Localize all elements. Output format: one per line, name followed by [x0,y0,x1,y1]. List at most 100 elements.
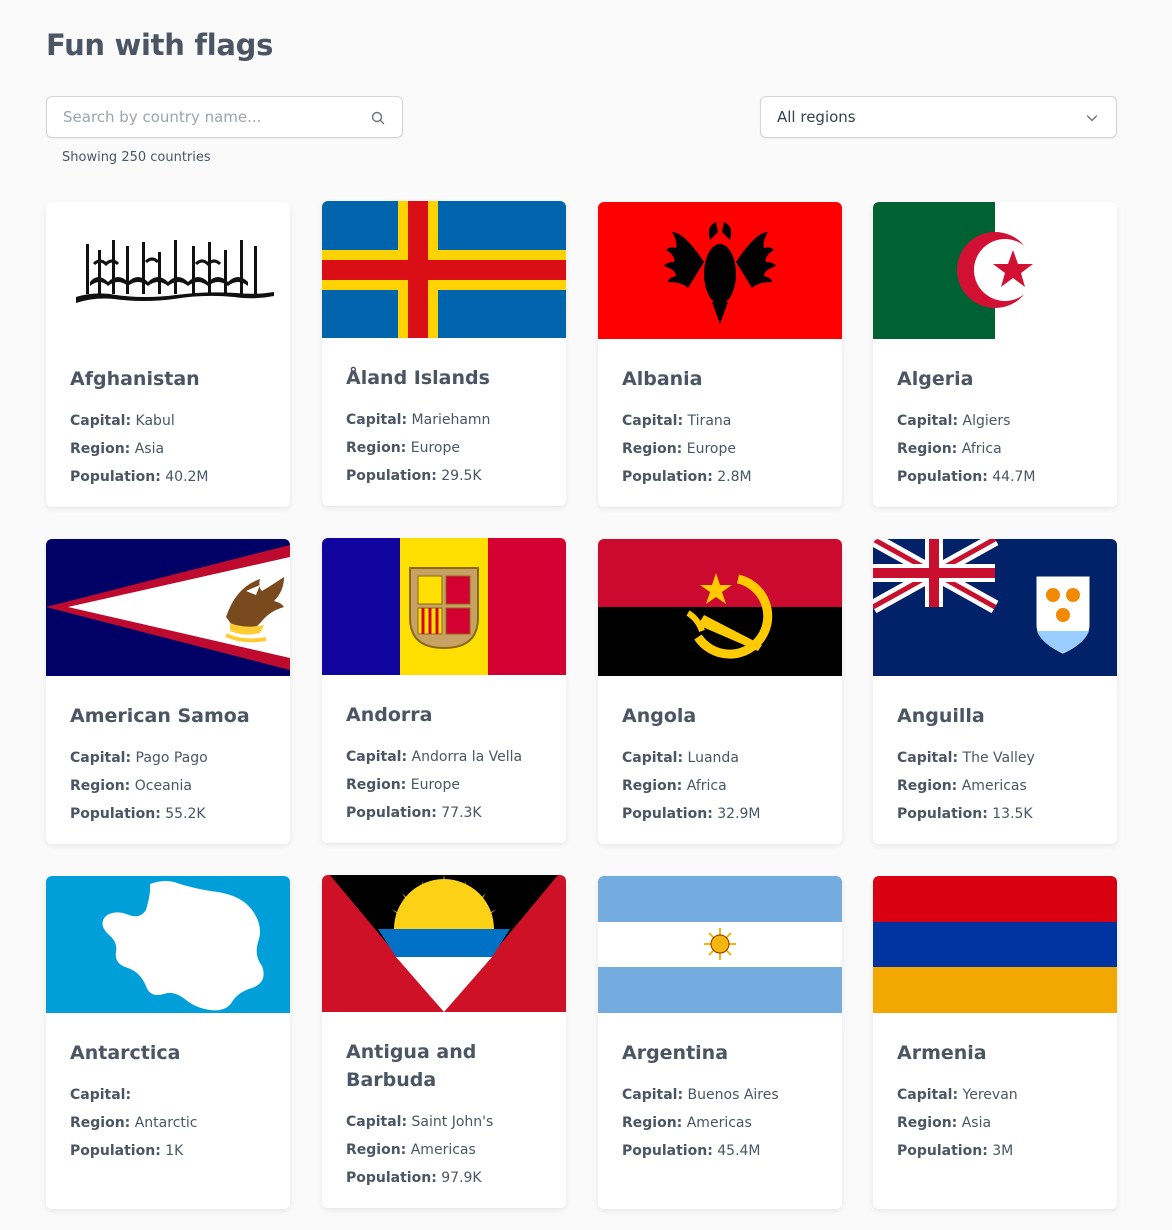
country-card[interactable]: Albania Capital: Tirana Region: Europe Popu… [598,202,842,507]
argentina-flag-icon [598,876,842,1013]
country-card[interactable]: Andorra Capital: Andorra la Vella Region: … [322,538,566,843]
capital-row: Capital: Luanda [622,744,818,772]
region-row: Region: Americas [897,772,1093,800]
region-label: Region: [346,777,407,793]
capital-value: Saint John's [411,1114,494,1130]
afghanistan-flag-icon [46,202,290,339]
capital-label: Capital: [70,750,132,766]
search-input[interactable] [47,97,347,137]
capital-row: Capital: Mariehamn [346,406,542,434]
country-card[interactable]: Antigua and Barbuda Capital: Saint John's… [322,875,566,1208]
population-value: 55.2K [165,806,206,822]
country-card[interactable]: Angola Capital: Luanda Region: Africa Popul… [598,539,842,844]
population-value: 97.9K [441,1170,482,1186]
country-card[interactable]: Algeria Capital: Algiers Region: Africa Pop… [873,202,1117,507]
country-card[interactable]: American Samoa Capital: Pago Pago Region: … [46,539,290,844]
country-facts: Capital: Pago Pago Region: Oceania Populat… [70,744,266,828]
population-value: 32.9M [717,806,761,822]
capital-value: Tirana [687,413,732,429]
country-name: Angola [622,705,697,727]
population-row: Population: 32.9M [622,800,818,828]
aland-islands-flag-icon [322,201,566,338]
capital-value: Pago Pago [135,750,208,766]
country-facts: Capital: Andorra la Vella Region: Europe P… [346,743,542,827]
country-card[interactable]: Armenia Capital: Yerevan Region: Asia Popul… [873,876,1117,1209]
region-filter-select[interactable]: All regions [760,96,1117,138]
population-row: Population: 3M [897,1137,1093,1165]
population-row: Population: 97.9K [346,1164,542,1192]
capital-label: Capital: [346,749,408,765]
country-facts: Capital: Algiers Region: Africa Population… [897,407,1093,491]
region-value: Asia [961,1115,992,1131]
country-card[interactable]: Argentina Capital: Buenos Aires Region: Am… [598,876,842,1209]
region-row: Region: Oceania [70,772,266,800]
region-label: Region: [346,440,407,456]
country-facts: Capital: Tirana Region: Europe Population:… [622,407,818,491]
capital-label: Capital: [897,413,959,429]
country-card[interactable]: Antarctica Capital: Region: Antarctic Popu… [46,876,290,1209]
region-row: Region: Africa [897,435,1093,463]
region-label: Region: [897,778,958,794]
capital-row: Capital: Saint John's [346,1108,542,1136]
country-name: Anguilla [897,705,985,727]
population-row: Population: 44.7M [897,463,1093,491]
region-label: Region: [622,1115,683,1131]
capital-label: Capital: [622,1087,684,1103]
country-name: Armenia [897,1042,987,1064]
population-row: Population: 13.5K [897,800,1093,828]
country-name: Åland Islands [346,367,490,389]
capital-row: Capital: [70,1081,266,1109]
antigua-and-barbuda-flag-icon [322,875,566,1012]
capital-label: Capital: [897,750,959,766]
population-row: Population: 77.3K [346,799,542,827]
capital-value: Buenos Aires [687,1087,779,1103]
capital-label: Capital: [897,1087,959,1103]
region-value: Asia [134,441,165,457]
region-label: Region: [70,778,131,794]
population-row: Population: 29.5K [346,462,542,490]
country-facts: Capital: Mariehamn Region: Europe Populati… [346,406,542,490]
country-card[interactable]: Afghanistan Capital: Kabul Region: Asia Pop… [46,202,290,507]
country-name: American Samoa [70,705,250,727]
region-value: Europe [686,441,736,457]
american-samoa-flag-icon [46,539,290,676]
capital-row: Capital: Algiers [897,407,1093,435]
population-value: 45.4M [717,1143,761,1159]
search-icon[interactable] [370,110,386,126]
population-label: Population: [897,806,988,822]
population-label: Population: [622,469,713,485]
region-row: Region: Americas [346,1136,542,1164]
capital-value: Kabul [135,413,175,429]
capital-label: Capital: [346,412,408,428]
capital-row: Capital: The Valley [897,744,1093,772]
region-label: Region: [346,1142,407,1158]
country-card[interactable]: Åland Islands Capital: Mariehamn Region: E… [322,201,566,506]
country-facts: Capital: The Valley Region: Americas Popul… [897,744,1093,828]
population-row: Population: 45.4M [622,1137,818,1165]
country-facts: Capital: Luanda Region: Africa Population:… [622,744,818,828]
capital-row: Capital: Pago Pago [70,744,266,772]
population-value: 77.3K [441,805,482,821]
region-value: Africa [686,778,727,794]
population-label: Population: [897,469,988,485]
population-label: Population: [622,806,713,822]
country-card[interactable]: Anguilla Capital: The Valley Region: Ameri… [873,539,1117,844]
region-value: Americas [961,778,1027,794]
region-filter-value: All regions [777,108,856,126]
region-label: Region: [622,778,683,794]
capital-value: Algiers [962,413,1011,429]
capital-value: The Valley [962,750,1035,766]
population-row: Population: 2.8M [622,463,818,491]
population-value: 40.2M [165,469,209,485]
region-value: Europe [410,440,460,456]
search-box[interactable] [46,96,403,138]
population-value: 1K [165,1143,184,1159]
region-row: Region: Asia [70,435,266,463]
region-row: Region: Africa [622,772,818,800]
region-value: Americas [686,1115,752,1131]
region-label: Region: [70,1115,131,1131]
country-name: Albania [622,368,703,390]
albania-flag-icon [598,202,842,339]
region-label: Region: [70,441,131,457]
population-label: Population: [346,468,437,484]
